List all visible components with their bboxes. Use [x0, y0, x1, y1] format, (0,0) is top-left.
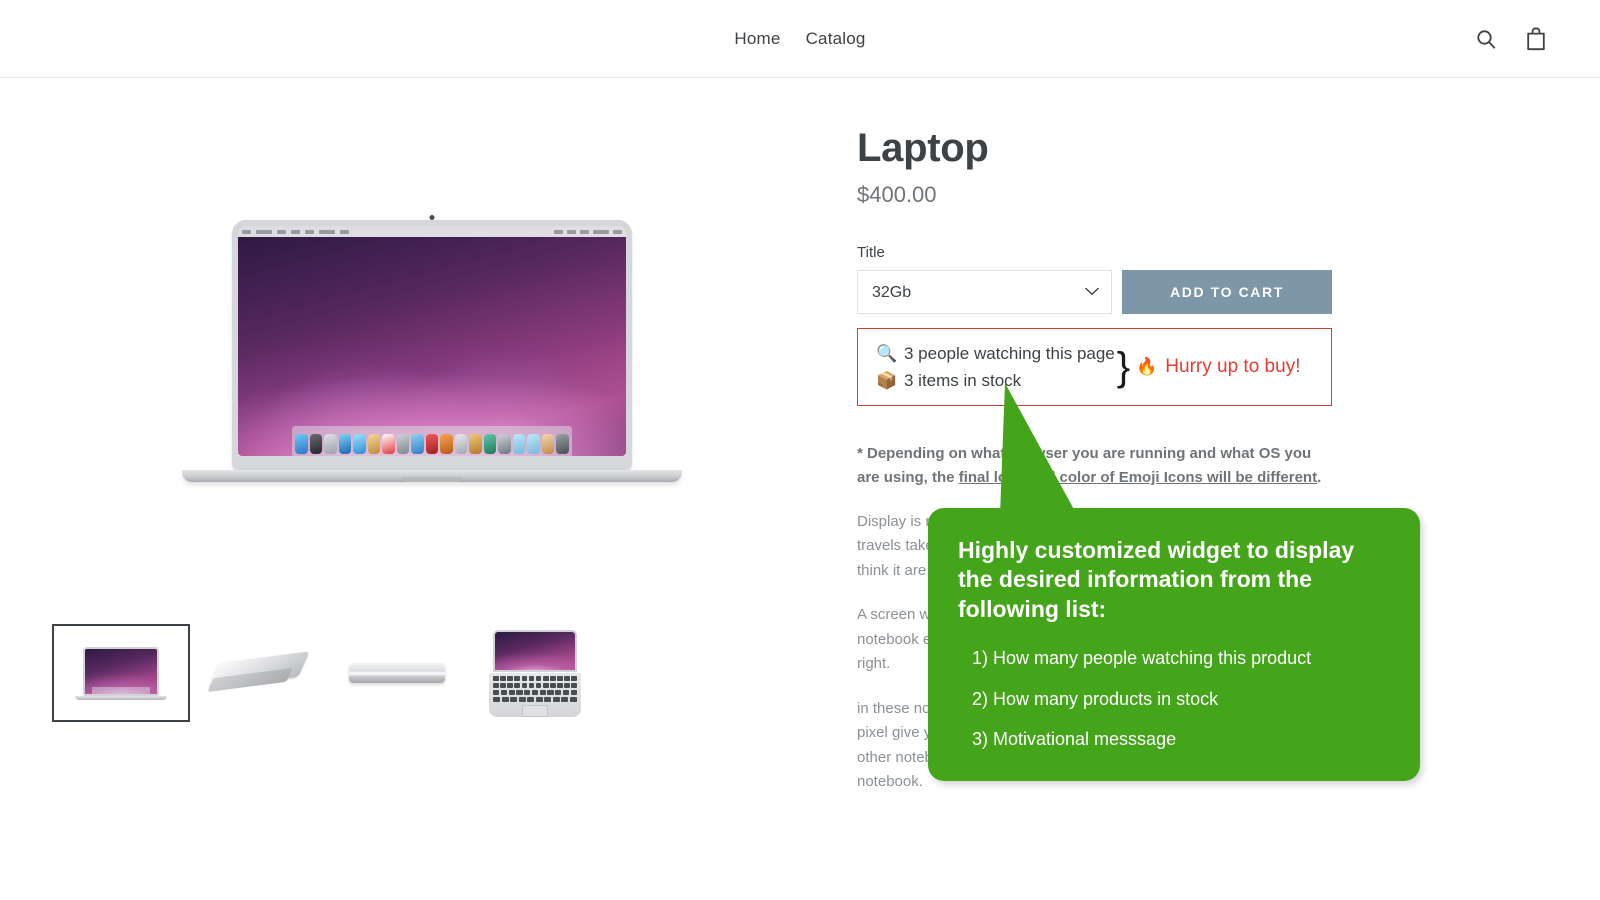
motivational-message-text: Hurry up to buy!: [1165, 356, 1301, 377]
callout-list-item: 3) Motivational messsage: [972, 728, 1177, 749]
annotation-callout: Highly customized widget to display the …: [928, 508, 1420, 782]
site-header: Home Catalog: [0, 0, 1600, 78]
laptop-illustration: [182, 215, 682, 482]
thumbnail-top-open[interactable]: [466, 624, 604, 722]
magnifying-glass-emoji-icon: 🔍: [876, 344, 898, 363]
motivational-message: 🔥 Hurry up to buy!: [1136, 356, 1300, 378]
header-icon-group: [1474, 0, 1548, 78]
thumbnail-front-open[interactable]: [52, 624, 190, 722]
callout-title: Highly customized widget to display the …: [958, 537, 1355, 622]
purchase-row: 32Gb ADD TO CART: [857, 270, 1332, 314]
callout-pointer-arrow: [1000, 383, 1077, 515]
watching-counter-text: 3 people watching this page: [904, 343, 1115, 363]
featured-product-image[interactable]: [52, 116, 812, 586]
watching-counter-row: 🔍 3 people watching this page: [876, 344, 1115, 364]
package-emoji-icon: 📦: [876, 371, 898, 390]
brace-decoration: }: [1116, 345, 1131, 389]
laptop-screen: [238, 226, 626, 456]
note-suffix: .: [1317, 469, 1322, 486]
nav-link-catalog[interactable]: Catalog: [806, 29, 866, 49]
laptop-lid: [232, 215, 632, 470]
shopping-bag-icon[interactable]: [1524, 26, 1548, 52]
variant-option-label: Title: [857, 244, 885, 261]
product-price: $400.00: [857, 182, 937, 207]
stock-counter-row: 📦 3 items in stock: [876, 371, 1115, 391]
screen-menubar: [238, 226, 626, 237]
callout-list-item: 2) How many products in stock: [972, 688, 1219, 709]
main-navigation: Home Catalog: [734, 29, 865, 49]
add-to-cart-button[interactable]: ADD TO CART: [1122, 270, 1332, 314]
thumbnail-strip: [52, 624, 812, 722]
laptop-camera: [429, 215, 435, 220]
page-title: Laptop: [857, 126, 989, 170]
search-icon[interactable]: [1474, 27, 1498, 51]
laptop-base: [182, 470, 682, 482]
screen-dock: [292, 426, 572, 456]
product-media-column: [52, 78, 812, 794]
callout-list-item: 1) How many people watching this product: [972, 648, 1312, 669]
variant-select-wrapper: 32Gb: [857, 270, 1112, 314]
variant-select[interactable]: 32Gb: [857, 270, 1112, 314]
nav-link-home[interactable]: Home: [734, 29, 780, 49]
thumbnail-angled-closed[interactable]: [190, 624, 328, 722]
thumbnail-side-closed[interactable]: [328, 624, 466, 722]
emoji-disclaimer-note: * Depending on what browser you are runn…: [857, 442, 1332, 490]
urgency-counters: 🔍 3 people watching this page 📦 3 items …: [876, 344, 1115, 391]
urgency-widget: 🔍 3 people watching this page 📦 3 items …: [857, 328, 1332, 406]
fire-emoji-icon: 🔥: [1136, 357, 1158, 376]
callout-feature-list: 1) How many people watching this product…: [958, 646, 1390, 751]
